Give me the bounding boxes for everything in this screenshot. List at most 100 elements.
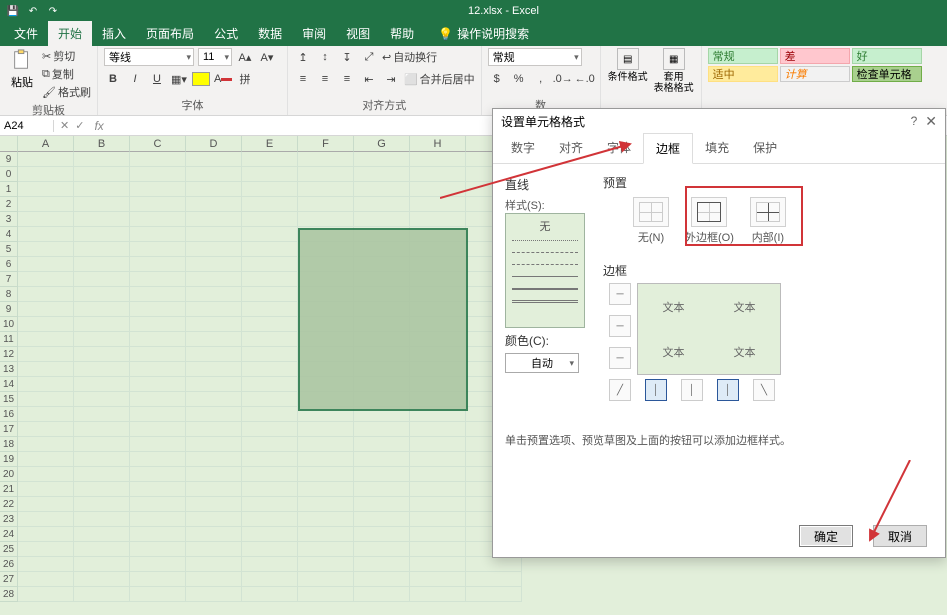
tab-pagelayout[interactable]: 页面布局 [136, 21, 204, 46]
border-right-toggle[interactable]: │ [717, 379, 739, 401]
tell-me[interactable]: 💡 操作说明搜索 [430, 21, 537, 46]
dtab-protection[interactable]: 保护 [741, 133, 789, 163]
align-middle-icon[interactable]: ↕ [316, 48, 334, 66]
dialog-body: 直线 样式(S): 无 颜色(C): 自动 预置 无(N) [493, 164, 945, 515]
indent-increase-icon[interactable]: ⇥ [382, 70, 400, 88]
ok-button[interactable]: 确定 [799, 525, 853, 547]
font-name-combo[interactable]: 等线 [104, 48, 194, 66]
dtab-number[interactable]: 数字 [499, 133, 547, 163]
conditional-format-button[interactable]: ▤ 条件格式 [607, 48, 649, 83]
style-normal[interactable]: 常规 [708, 48, 778, 64]
quick-access-toolbar: 💾 ↶ ↷ [0, 4, 60, 18]
tab-view[interactable]: 视图 [336, 21, 380, 46]
preset-section: 预置 无(N) 外边框(O) 内部(I) [603, 170, 786, 245]
color-label: 颜色(C): [505, 332, 605, 349]
cut-button[interactable]: ✂ 剪切 [42, 48, 91, 64]
format-painter-button[interactable]: 🖌 格式刷 [42, 84, 91, 100]
border-left-toggle[interactable]: │ [645, 379, 667, 401]
tell-me-label: 操作说明搜索 [457, 25, 529, 42]
line-style-double[interactable] [512, 300, 578, 306]
dialog-help-icon[interactable]: ? [911, 114, 918, 128]
cancel-button[interactable]: 取消 [873, 525, 927, 547]
save-icon[interactable]: 💾 [6, 4, 20, 18]
row-headers[interactable]: 9012345678910111213141516171819202122232… [0, 152, 18, 602]
align-top-icon[interactable]: ↥ [294, 48, 312, 66]
line-style-list[interactable]: 无 [505, 213, 585, 328]
redo-icon[interactable]: ↷ [46, 4, 60, 18]
line-style-thin[interactable] [512, 276, 578, 282]
percent-icon[interactable]: % [510, 70, 528, 88]
fill-color-button[interactable] [192, 70, 210, 88]
line-color-combo[interactable]: 自动 [505, 353, 579, 373]
border-dropdown[interactable]: ▦▾ [170, 70, 188, 88]
border-section-label: 边框 [603, 262, 923, 279]
style-calculation[interactable]: 计算 [780, 66, 850, 82]
style-good[interactable]: 好 [852, 48, 922, 64]
number-format-combo[interactable]: 常规 [488, 48, 582, 66]
phonetic-button[interactable]: 拼 [236, 70, 254, 88]
cancel-formula-icon[interactable]: ✕ [60, 119, 69, 132]
tab-insert[interactable]: 插入 [92, 21, 136, 46]
accounting-icon[interactable]: $ [488, 70, 506, 88]
line-style-dot[interactable] [512, 240, 578, 246]
dtab-fill[interactable]: 填充 [693, 133, 741, 163]
align-right-icon[interactable]: ≡ [338, 70, 356, 88]
decrease-font-icon[interactable]: A▾ [258, 48, 276, 66]
cell-styles-gallery[interactable]: 常规 差 好 适中 计算 检查单元格 [708, 48, 922, 82]
select-all-corner[interactable] [0, 136, 18, 152]
tab-home[interactable]: 开始 [48, 21, 92, 46]
align-center-icon[interactable]: ≡ [316, 70, 334, 88]
preset-none-button[interactable]: 无(N) [633, 197, 669, 245]
annotation-highlight-box [685, 186, 803, 246]
underline-button[interactable]: U [148, 70, 166, 88]
border-preview[interactable]: 文本 文本 文本 文本 [637, 283, 781, 375]
border-hmiddle-toggle[interactable]: ─ [609, 315, 631, 337]
line-style-dash[interactable] [512, 252, 578, 258]
italic-button[interactable]: I [126, 70, 144, 88]
dialog-close-icon[interactable]: ✕ [925, 113, 937, 130]
align-left-icon[interactable]: ≡ [294, 70, 312, 88]
copy-button[interactable]: ⧉ 复制 [42, 66, 91, 82]
line-style-medium[interactable] [512, 288, 578, 294]
indent-decrease-icon[interactable]: ⇤ [360, 70, 378, 88]
increase-font-icon[interactable]: A▴ [236, 48, 254, 66]
orientation-icon[interactable]: ⤢ [360, 48, 378, 66]
font-color-button[interactable]: A [214, 70, 232, 88]
style-bad[interactable]: 差 [780, 48, 850, 64]
border-vmiddle-toggle[interactable]: │ [681, 379, 703, 401]
line-style-none[interactable]: 无 [512, 218, 578, 234]
border-diag-up-toggle[interactable]: ╱ [609, 379, 631, 401]
font-size-combo[interactable]: 11 [198, 48, 232, 66]
dtab-alignment[interactable]: 对齐 [547, 133, 595, 163]
bold-button[interactable]: B [104, 70, 122, 88]
style-neutral[interactable]: 适中 [708, 66, 778, 82]
style-check-cell[interactable]: 检查单元格 [852, 66, 922, 82]
border-diag-down-toggle[interactable]: ╲ [753, 379, 775, 401]
border-bottom-toggle[interactable]: ─ [609, 347, 631, 369]
border-top-toggle[interactable]: ─ [609, 283, 631, 305]
border-hint: 单击预置选项、预览草图及上面的按钮可以添加边框样式。 [505, 432, 791, 448]
confirm-formula-icon[interactable]: ✓ [75, 119, 84, 132]
comma-icon[interactable]: , [532, 70, 550, 88]
align-bottom-icon[interactable]: ↧ [338, 48, 356, 66]
format-table-icon: ▦ [663, 48, 685, 70]
group-clipboard: 粘贴 ✂ 剪切 ⧉ 复制 🖌 格式刷 剪贴板 [0, 46, 98, 115]
fx-icon[interactable]: fx [90, 119, 107, 133]
dtab-border[interactable]: 边框 [643, 133, 693, 164]
merge-center-button[interactable]: ⬜ 合并后居中 [404, 71, 475, 87]
tab-file[interactable]: 文件 [4, 21, 48, 46]
decrease-decimal-icon[interactable]: ←.0 [576, 70, 594, 88]
dtab-font[interactable]: 字体 [595, 133, 643, 163]
group-label-alignment: 对齐方式 [294, 95, 475, 115]
name-box[interactable]: A24 [0, 120, 54, 132]
tab-help[interactable]: 帮助 [380, 21, 424, 46]
format-table-button[interactable]: ▦ 套用 表格格式 [653, 48, 695, 94]
undo-icon[interactable]: ↶ [26, 4, 40, 18]
tab-formulas[interactable]: 公式 [204, 21, 248, 46]
paste-button[interactable]: 粘贴 [6, 48, 38, 90]
wrap-text-button[interactable]: ↩ 自动换行 [382, 49, 437, 65]
tab-data[interactable]: 数据 [248, 21, 292, 46]
tab-review[interactable]: 审阅 [292, 21, 336, 46]
increase-decimal-icon[interactable]: .0→ [554, 70, 572, 88]
line-style-dash2[interactable] [512, 264, 578, 270]
